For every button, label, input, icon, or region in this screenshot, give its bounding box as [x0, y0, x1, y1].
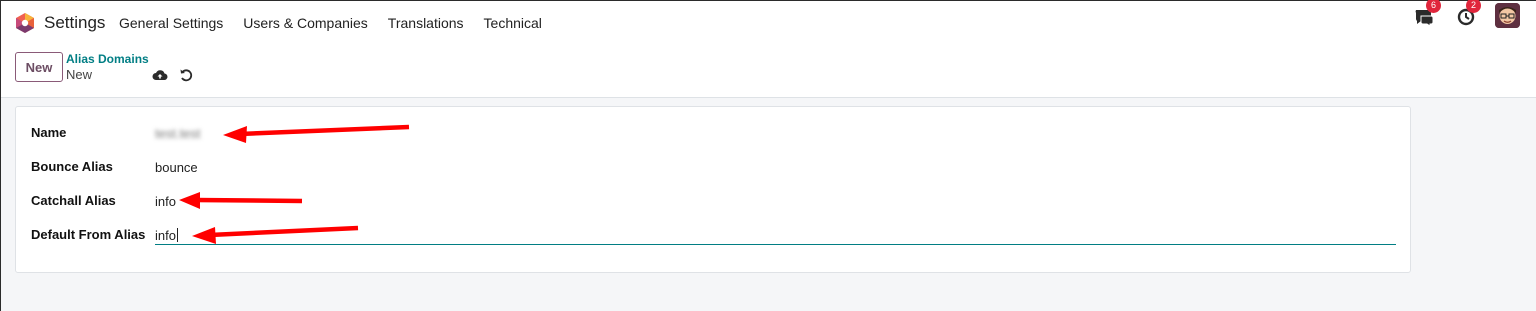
- top-navbar: Settings General Settings Users & Compan…: [1, 0, 1536, 45]
- menu-translations[interactable]: Translations: [388, 15, 464, 31]
- text-caret: [176, 228, 178, 242]
- form-sheet: Name test.test Bounce Alias bounce Catch…: [15, 106, 1411, 273]
- breadcrumb-alias-domains[interactable]: Alias Domains: [66, 52, 149, 66]
- menu-users-companies[interactable]: Users & Companies: [243, 15, 368, 31]
- odoo-app-icon[interactable]: [15, 12, 35, 34]
- default-from-alias-label: Default From Alias: [31, 227, 146, 242]
- catchall-alias-field[interactable]: info: [155, 194, 176, 209]
- name-field[interactable]: test.test: [155, 126, 201, 141]
- menu-technical[interactable]: Technical: [484, 15, 542, 31]
- name-label: Name: [31, 125, 67, 140]
- control-panel: New Alias Domains New: [1, 45, 1536, 98]
- bounce-alias-label: Bounce Alias: [31, 159, 113, 174]
- main-menu: General Settings Users & Companies Trans…: [119, 15, 562, 31]
- messages-badge: 6: [1426, 0, 1441, 13]
- breadcrumb-current: New: [66, 67, 93, 82]
- save-cloud-upload-icon[interactable]: [152, 67, 168, 83]
- avatar-face-icon: [1495, 3, 1520, 28]
- menu-general-settings[interactable]: General Settings: [119, 15, 223, 31]
- form-view-area: Name test.test Bounce Alias bounce Catch…: [1, 98, 1536, 311]
- new-button[interactable]: New: [15, 52, 63, 82]
- bounce-alias-field[interactable]: bounce: [155, 160, 198, 175]
- app-title[interactable]: Settings: [44, 13, 105, 33]
- default-from-alias-value: info: [155, 228, 176, 243]
- catchall-alias-label: Catchall Alias: [31, 193, 116, 208]
- activities-badge: 2: [1466, 0, 1481, 13]
- default-from-alias-field[interactable]: info: [155, 228, 178, 243]
- user-avatar[interactable]: [1495, 3, 1520, 28]
- default-from-alias-focus-underline: [155, 244, 1396, 245]
- discard-undo-icon[interactable]: [178, 67, 194, 83]
